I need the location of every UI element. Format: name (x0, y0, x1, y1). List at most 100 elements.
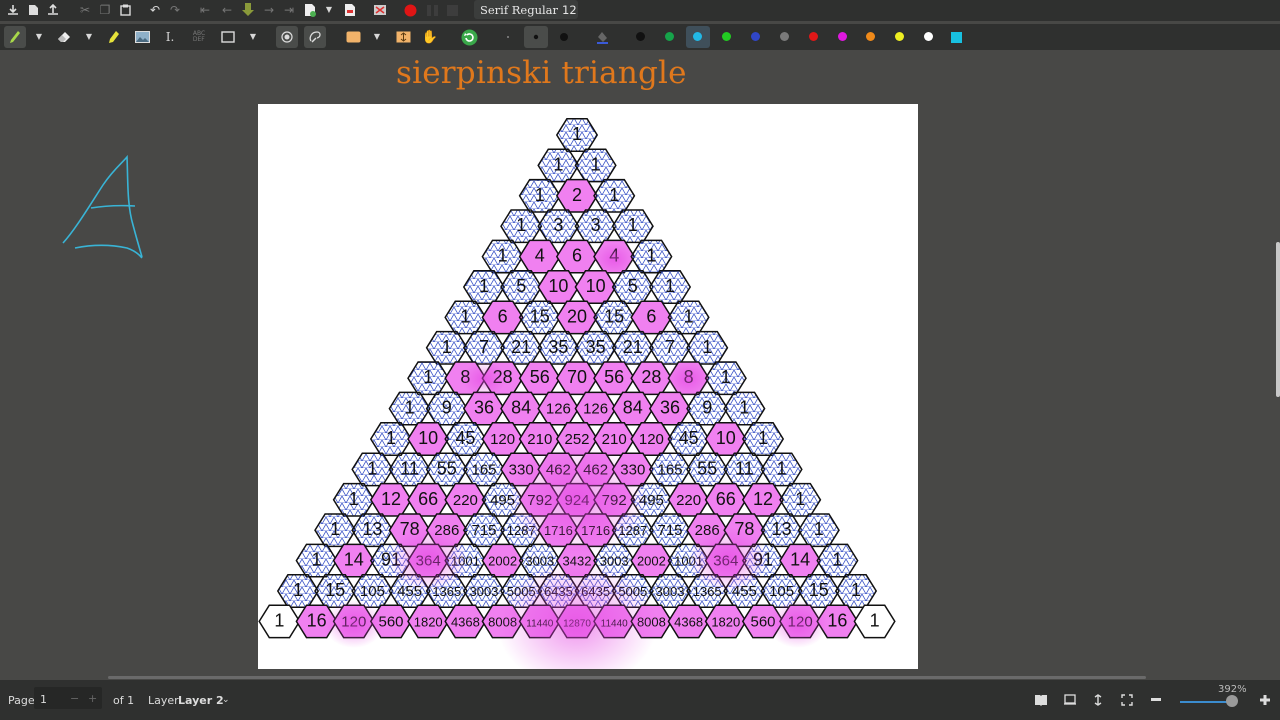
pascal-cell: 10 (704, 422, 747, 456)
pascal-cell-value: 56 (604, 367, 624, 387)
pascal-cell: 1820 (704, 604, 747, 639)
last-page-icon[interactable]: ⇥ (282, 3, 296, 17)
pascal-cell: 15 (518, 300, 561, 335)
new-page-icon[interactable] (302, 2, 318, 18)
minus-icon[interactable]: − (70, 692, 79, 705)
layer-select[interactable]: Layer 2 (178, 694, 224, 707)
color-magenta[interactable] (838, 32, 847, 41)
pascal-cell: 715 (648, 513, 692, 548)
zoom-fit-icon[interactable] (1090, 692, 1106, 708)
pascal-cell-value: 6 (572, 246, 582, 266)
pascal-cell: 55 (686, 452, 729, 487)
pascal-cell: 126 (574, 391, 617, 426)
save-icon[interactable] (6, 3, 20, 17)
first-page-icon[interactable]: ⇤ (198, 3, 212, 17)
vertical-space-icon[interactable] (394, 29, 412, 45)
previous-page-icon[interactable]: ← (220, 3, 234, 17)
chevron-down-icon[interactable]: ⌄ (222, 695, 230, 705)
pdf-page-icon[interactable] (342, 2, 358, 18)
chevron-down-icon[interactable]: ▼ (34, 31, 44, 43)
color-green[interactable] (722, 32, 731, 41)
color-gray[interactable] (780, 32, 789, 41)
pen-tool-icon[interactable] (4, 26, 26, 48)
eraser-tool-icon[interactable] (56, 29, 72, 45)
image-tool-icon[interactable] (134, 29, 150, 45)
pause-icon[interactable] (424, 2, 440, 18)
color-orange[interactable] (866, 32, 875, 41)
pascal-cell-value: 1 (702, 337, 712, 357)
undo-icon[interactable]: ↶ (148, 3, 162, 17)
record-icon[interactable] (402, 2, 418, 18)
pascal-cell-value: 84 (623, 398, 643, 418)
fullscreen-icon[interactable] (1119, 692, 1135, 708)
presentation-icon[interactable] (1062, 692, 1078, 708)
delete-page-icon[interactable] (372, 2, 388, 18)
zoom-out-icon[interactable] (1148, 692, 1164, 708)
pascal-cell: 45 (444, 422, 487, 456)
upload-icon[interactable] (46, 3, 60, 17)
select-object-icon[interactable] (276, 26, 298, 48)
highlighter-tool-icon[interactable] (106, 29, 122, 45)
color-blue[interactable] (751, 32, 760, 41)
highlight-stroke (324, 600, 384, 648)
color-green-dark[interactable] (665, 32, 674, 41)
color-white[interactable] (924, 32, 933, 41)
pascal-cell-value: 120 (490, 431, 515, 448)
color-light-blue[interactable] (693, 32, 702, 41)
font-selector[interactable]: Serif Regular 12 (474, 0, 578, 19)
chevron-down-icon[interactable]: ▼ (324, 3, 334, 17)
custom-color-icon[interactable] (948, 29, 964, 45)
copy-icon[interactable]: ❐ (98, 3, 112, 17)
pascal-cell-value: 55 (437, 458, 457, 478)
redo-icon[interactable]: ↷ (168, 3, 182, 17)
cut-icon[interactable]: ✂ (78, 3, 92, 17)
pascal-cell: 20 (555, 300, 599, 335)
pascal-cell-value: 66 (418, 489, 438, 509)
zoom-level: 392% (1218, 684, 1247, 695)
pascal-cell-value: 1820 (711, 614, 740, 629)
chevron-down-icon[interactable]: ▼ (248, 31, 258, 43)
pascal-cell: 1 (741, 422, 785, 456)
latex-tool-icon[interactable]: ABC DEF (190, 29, 208, 45)
chevron-down-icon[interactable]: ▼ (372, 31, 382, 43)
two-page-view-icon[interactable] (1033, 692, 1049, 708)
pascal-cell-value: 1 (646, 246, 656, 266)
plus-icon[interactable]: + (88, 692, 97, 705)
pascal-cell-value: 16 (827, 610, 847, 630)
pen-size-thick-icon[interactable] (556, 29, 572, 45)
zoom-in-icon[interactable] (1257, 692, 1273, 708)
chevron-down-icon[interactable]: ▼ (84, 31, 94, 43)
page-number-input[interactable]: 1 − + (34, 687, 102, 709)
vertical-scrollbar[interactable] (1276, 242, 1280, 397)
fill-icon[interactable] (594, 29, 610, 45)
goto-page-icon[interactable] (240, 2, 256, 18)
pascal-cell-value: 1 (423, 367, 433, 387)
next-page-icon[interactable]: → (262, 3, 276, 17)
pascal-cell-value: 14 (344, 550, 364, 570)
rectangle-tool-icon[interactable] (220, 29, 236, 45)
color-black[interactable] (636, 32, 645, 41)
pascal-cell: 4 (518, 239, 561, 274)
page-title: sierpinski triangle (396, 55, 687, 91)
pen-size-fine-icon[interactable] (500, 29, 516, 45)
color-red[interactable] (809, 32, 818, 41)
hand-tool-icon[interactable]: ✋ (422, 29, 438, 45)
refresh-icon[interactable] (460, 28, 478, 46)
pdf-page[interactable]: 1111211331146411510105116152015611721353… (258, 104, 918, 688)
new-document-icon[interactable] (26, 3, 40, 17)
pascal-cell: 1 (369, 422, 413, 456)
pascal-cell: 66 (407, 482, 450, 517)
pen-size-medium-icon[interactable] (524, 26, 548, 48)
text-tool-icon[interactable]: I. (162, 29, 178, 45)
stop-icon[interactable] (444, 2, 460, 18)
lasso-select-icon[interactable] (304, 26, 326, 48)
horizontal-scrollbar[interactable] (108, 676, 1146, 679)
pascal-cell-value: 16 (307, 610, 327, 630)
paste-icon[interactable] (118, 3, 132, 17)
color-yellow[interactable] (895, 32, 904, 41)
pascal-cell: 1 (258, 604, 301, 639)
zoom-slider-handle[interactable] (1226, 695, 1238, 707)
sticky-note-icon[interactable] (344, 29, 362, 45)
pascal-cell-value: 7 (479, 337, 489, 357)
pascal-cell-value: 1 (758, 428, 768, 448)
